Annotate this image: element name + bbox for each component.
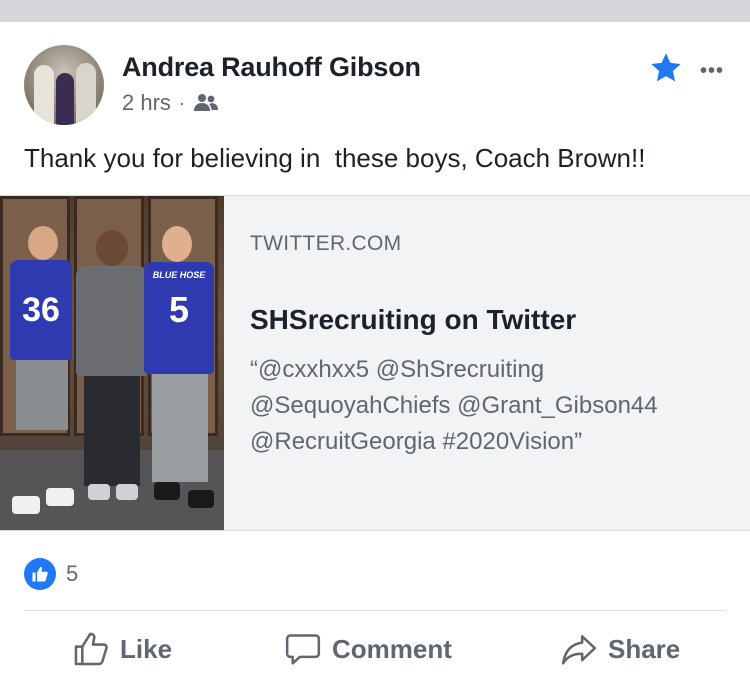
meta-separator: · bbox=[178, 92, 185, 113]
link-domain: TWITTER.COM bbox=[250, 232, 402, 255]
jersey-number-left: 36 bbox=[10, 260, 72, 360]
link-preview-image: 36 BLUE HOSE 5 bbox=[0, 196, 224, 530]
link-description: “@cxxhxx5 @ShSrecruiting @SequoyahChiefs… bbox=[250, 356, 658, 455]
comment-label: Comment bbox=[332, 633, 452, 664]
comment-bubble-icon bbox=[285, 634, 321, 665]
link-preview-text[interactable]: TWITTER.COM SHSrecruiting on Twitter “@c… bbox=[224, 196, 750, 530]
like-label: Like bbox=[120, 633, 173, 664]
feed-separator-bar bbox=[0, 0, 750, 22]
link-preview-card[interactable]: 36 BLUE HOSE 5 TWITTER.COM SHSrecruiting… bbox=[0, 195, 750, 531]
thumbs-up-outline-icon bbox=[74, 632, 108, 666]
thumbs-up-icon bbox=[24, 558, 56, 590]
share-arrow-icon bbox=[561, 635, 597, 665]
jersey-wordmark: BLUE HOSE bbox=[152, 270, 206, 280]
share-label: Share bbox=[608, 633, 681, 664]
author-avatar[interactable] bbox=[24, 45, 104, 125]
reactions-summary[interactable]: 5 bbox=[24, 558, 78, 590]
post-timestamp[interactable]: 2 hrs bbox=[122, 90, 171, 116]
link-title: SHSrecruiting on Twitter bbox=[250, 304, 577, 335]
like-button[interactable]: Like bbox=[72, 630, 172, 668]
reaction-count: 5 bbox=[66, 561, 79, 586]
post-meta: 2 hrs · bbox=[122, 90, 219, 116]
comment-button[interactable]: Comment bbox=[284, 630, 452, 668]
author-name[interactable]: Andrea Rauhoff Gibson bbox=[122, 52, 421, 83]
friends-icon bbox=[193, 94, 218, 111]
share-button[interactable]: Share bbox=[560, 630, 680, 668]
post-actions-bar: Like Comment Share bbox=[0, 630, 750, 676]
more-options-icon[interactable]: ••• bbox=[700, 60, 724, 83]
star-icon[interactable] bbox=[648, 50, 684, 86]
actions-divider bbox=[24, 610, 726, 611]
jersey-number-right: 5 bbox=[168, 289, 190, 330]
post-text: Thank you for believing in these boys, C… bbox=[24, 143, 646, 173]
